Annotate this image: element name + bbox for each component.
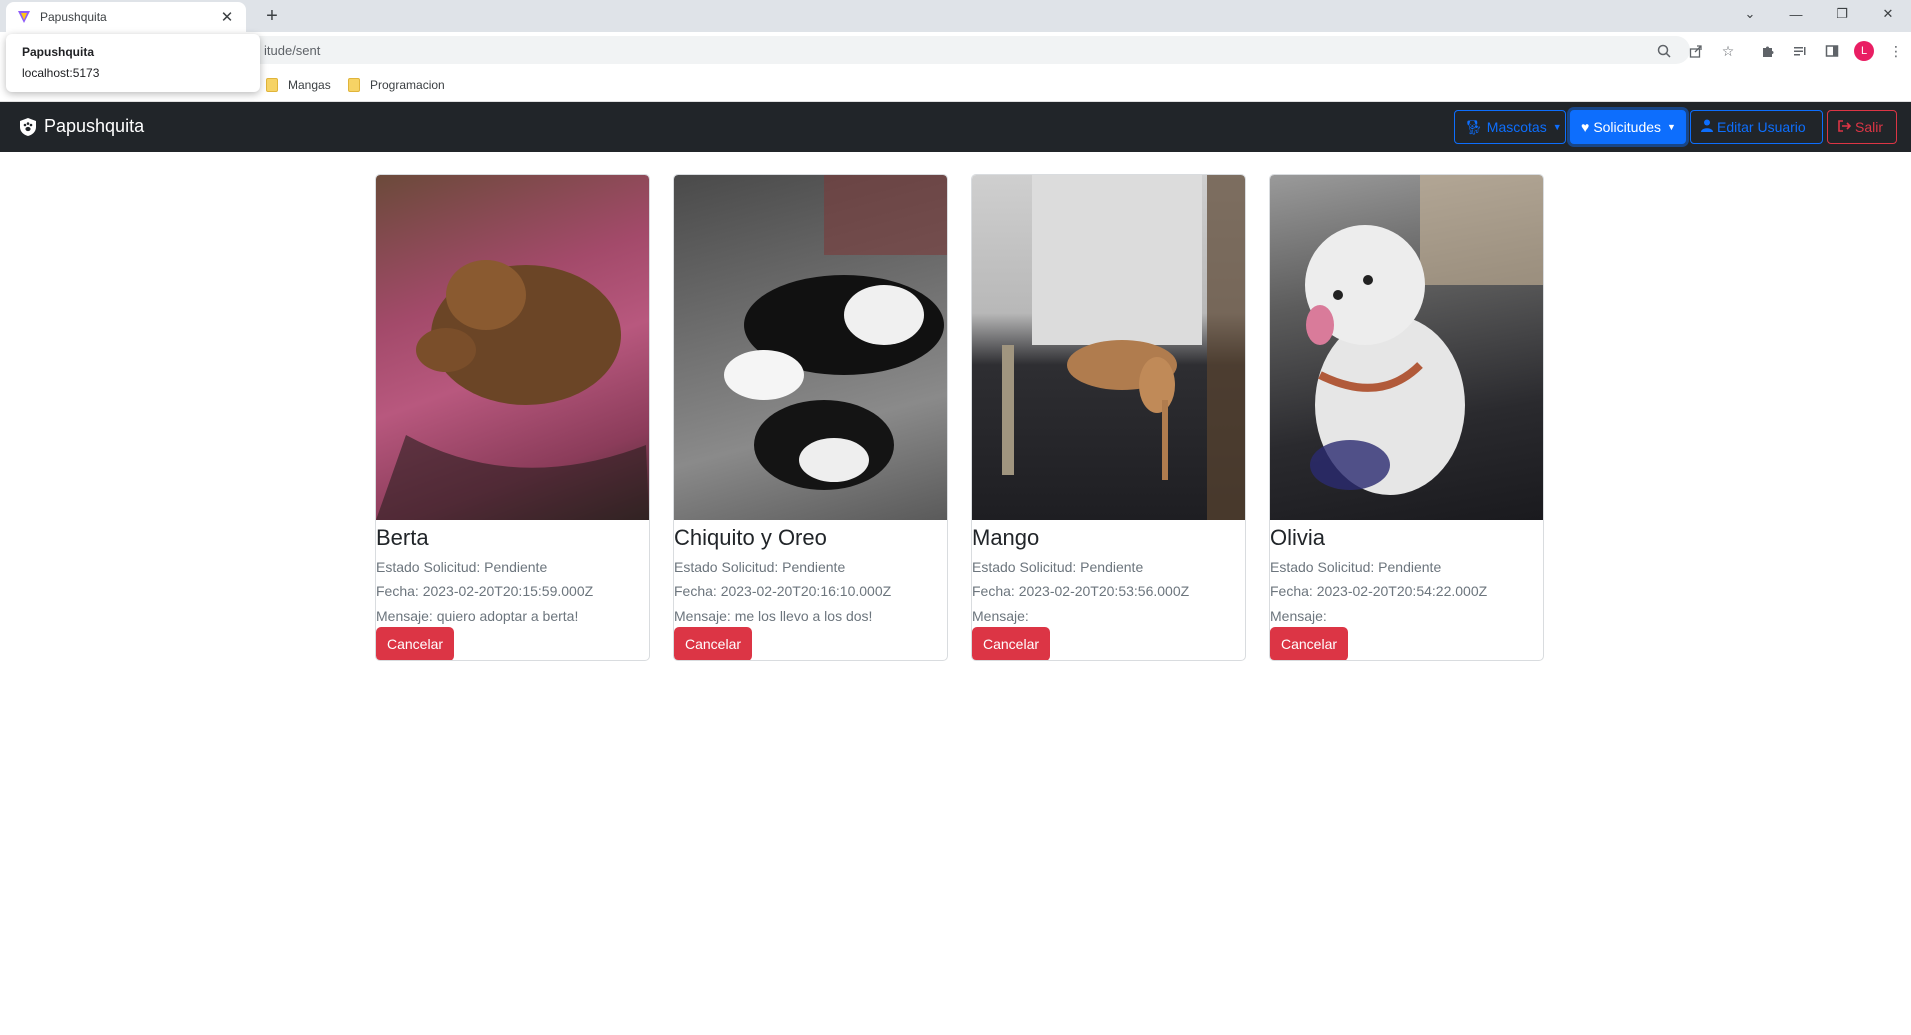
solicitud-card: Chiquito y Oreo Estado Solicitud: Pendie… [673,174,948,661]
cancelar-button[interactable]: Cancelar [674,627,752,660]
brand[interactable]: Papushquita [18,116,144,137]
tab-title: Papushquita [40,10,107,24]
solicitudes-label: Solicitudes [1593,119,1662,135]
bookmark-star-icon[interactable]: ☆ [1712,40,1744,62]
mascotas-dropdown-button[interactable]: 🐕︎ Mascotas ▼ [1454,110,1566,144]
solicitudes-dropdown-button[interactable]: ♥ Solicitudes ▼ [1570,110,1686,144]
pet-photo [376,175,649,520]
solicitudes-cards: Berta Estado Solicitud: Pendiente Fecha:… [375,174,1544,661]
estado-solicitud: Estado Solicitud: Pendiente [674,559,846,575]
profile-initial: L [1854,41,1874,61]
pet-photo [1270,175,1543,520]
side-panel-icon[interactable] [1816,40,1848,62]
pet-photo [972,175,1245,520]
url-text: itude/sent [264,42,321,58]
bookmark-programacion[interactable]: Programacion [348,78,445,92]
mensaje-solicitud: Mensaje: [1270,608,1327,624]
hand-holding-heart-icon: ♥ [1581,119,1590,135]
address-bar[interactable]: itude/sent [236,36,1690,64]
salir-button[interactable]: Salir [1827,110,1897,144]
browser-tab[interactable]: Papushquita ✕ [6,2,246,32]
pet-name: Berta [376,525,429,550]
browser-tab-bar: Papushquita ✕ + ⌄ — ❐ ✕ [0,0,1911,32]
estado-solicitud: Estado Solicitud: Pendiente [1270,559,1442,575]
omnibox-icons: ☆ [1648,40,1744,62]
pet-name: Olivia [1270,525,1326,550]
media-control-icon[interactable] [1784,40,1816,62]
brand-name: Papushquita [44,116,145,136]
profile-avatar[interactable]: L [1848,40,1880,62]
vite-favicon-icon [16,9,32,25]
hover-card-title: Papushquita [22,45,95,59]
tab-search-icon[interactable]: ⌄ [1727,0,1773,28]
shield-paw-icon [20,117,36,136]
mensaje-solicitud: Mensaje: me los llevo a los dos! [674,608,873,624]
caret-down-icon: ▼ [1552,122,1562,132]
bookmark-label: Programacion [370,78,445,92]
navbar-actions: 🐕︎ Mascotas ▼ ♥ Solicitudes ▼ Editar Usu… [1454,110,1897,144]
window-controls: ⌄ — ❐ ✕ [1727,0,1911,28]
share-icon[interactable] [1680,40,1712,62]
logout-icon [1838,119,1852,135]
mensaje-solicitud: Mensaje: [972,608,1029,624]
pet-name: Chiquito y Oreo [674,525,827,550]
browser-toolbar: itude/sent ☆ L ⋮ [0,32,1911,70]
fecha-solicitud: Fecha: 2023-02-20T20:15:59.000Z [376,583,594,599]
editar-usuario-button[interactable]: Editar Usuario [1690,110,1823,144]
close-window-icon[interactable]: ✕ [1865,0,1911,28]
tab-close-icon[interactable]: ✕ [218,8,236,26]
folder-icon [266,78,278,92]
solicitud-card: Berta Estado Solicitud: Pendiente Fecha:… [375,174,650,661]
minimize-icon[interactable]: — [1773,0,1819,28]
cancelar-button[interactable]: Cancelar [1270,627,1348,660]
mensaje-solicitud: Mensaje: quiero adoptar a berta! [376,608,579,624]
mascotas-label: Mascotas [1486,119,1547,135]
new-tab-button[interactable]: + [258,4,286,28]
solicitud-card: Olivia Estado Solicitud: Pendiente Fecha… [1269,174,1544,661]
tab-hover-card: Papushquita localhost:5173 [6,34,260,92]
pet-name: Mango [972,525,1040,550]
caret-down-icon: ▼ [1667,122,1676,132]
fecha-solicitud: Fecha: 2023-02-20T20:54:22.000Z [1270,583,1488,599]
pet-photo [674,175,947,520]
estado-solicitud: Estado Solicitud: Pendiente [376,559,548,575]
browser-menu-icon[interactable]: ⋮ [1880,40,1911,62]
bookmark-mangas[interactable]: Mangas [266,78,331,92]
dog-icon: 🐕︎ [1465,118,1483,135]
zoom-icon[interactable] [1648,40,1680,62]
extensions-icon[interactable] [1752,40,1784,62]
fecha-solicitud: Fecha: 2023-02-20T20:53:56.000Z [972,583,1190,599]
salir-label: Salir [1855,119,1884,135]
cancelar-button[interactable]: Cancelar [376,627,454,660]
estado-solicitud: Estado Solicitud: Pendiente [972,559,1144,575]
bookmarks-bar: Mangas Programacion [0,70,1911,102]
user-icon [1701,119,1713,135]
toolbar-actions: L ⋮ [1752,40,1911,62]
cancelar-button[interactable]: Cancelar [972,627,1050,660]
restore-icon[interactable]: ❐ [1819,0,1865,28]
fecha-solicitud: Fecha: 2023-02-20T20:16:10.000Z [674,583,892,599]
editar-usuario-label: Editar Usuario [1717,119,1806,135]
bookmark-label: Mangas [288,78,331,92]
hover-card-host: localhost:5173 [22,66,100,80]
app-navbar: Papushquita 🐕︎ Mascotas ▼ ♥ Solicitudes … [0,102,1911,152]
folder-icon [348,78,360,92]
solicitud-card: Mango Estado Solicitud: Pendiente Fecha:… [971,174,1246,661]
